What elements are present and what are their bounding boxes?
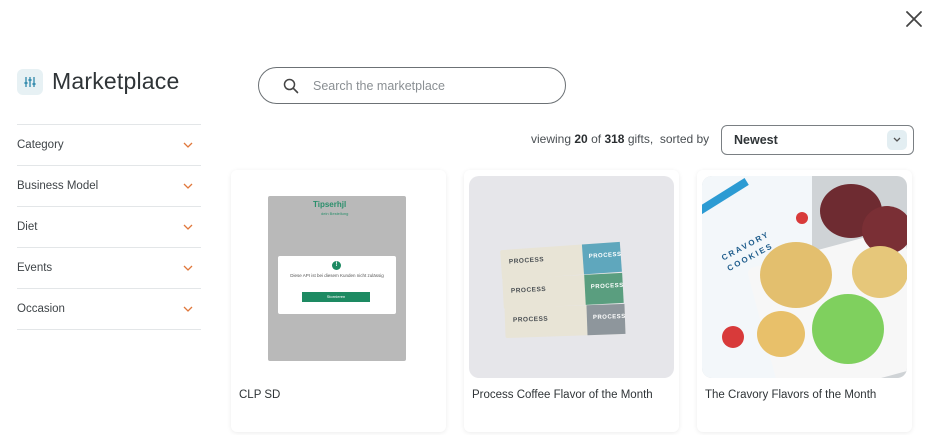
chevron-down-icon <box>183 183 193 189</box>
marketplace-header: Marketplace <box>17 68 179 95</box>
box-side: PROCESS <box>586 303 626 336</box>
cookie <box>757 311 805 357</box>
sort-selected-value: Newest <box>734 133 778 147</box>
decoration <box>722 326 744 348</box>
filter-category[interactable]: Category <box>17 125 201 166</box>
gift-card[interactable]: Tipserhjl dein Bestellung ! Diese API is… <box>231 170 446 432</box>
gift-card[interactable]: PROCESS PROCESS PROCESS PROCESS PROCESS … <box>464 170 679 432</box>
box-label: PROCESS <box>510 285 547 295</box>
close-button[interactable] <box>903 8 925 30</box>
filter-events[interactable]: Events <box>17 248 201 289</box>
gift-image: PROCESS PROCESS PROCESS PROCESS PROCESS … <box>469 176 674 378</box>
box-side: PROCESS <box>584 272 624 305</box>
filter-label: Occasion <box>17 303 65 315</box>
box-side-label: PROCESS <box>588 251 622 261</box>
chevron-down-icon <box>183 265 193 271</box>
box-side-label: PROCESS <box>590 282 624 291</box>
chevron-down-icon <box>183 142 193 148</box>
preview-modal-text: Diese API ist bei diesem Kunden nicht zu… <box>290 273 384 278</box>
gift-card[interactable]: CRAVORY COOKIES The Cravory Flavors of t… <box>697 170 912 432</box>
filter-business-model[interactable]: Business Model <box>17 166 201 207</box>
page-title: Marketplace <box>52 68 180 94</box>
filter-occasion[interactable]: Occasion <box>17 289 201 330</box>
gift-image: Tipserhjl dein Bestellung ! Diese API is… <box>236 176 441 378</box>
gift-title: Process Coffee Flavor of the Month <box>472 389 653 401</box>
search-icon <box>283 78 299 93</box>
gift-title: CLP SD <box>239 389 281 401</box>
decoration <box>796 212 808 224</box>
filter-label: Category <box>17 139 64 151</box>
close-icon <box>906 11 922 27</box>
shown-count: 20 <box>574 132 588 146</box>
summary-suffix: gifts, sorted by <box>627 132 710 146</box>
box-label: PROCESS <box>508 256 545 266</box>
chevron-down-icon <box>887 130 907 150</box>
filter-diet[interactable]: Diet <box>17 207 201 248</box>
coffee-box: PROCESS PROCESS <box>504 303 626 339</box>
preview-modal: ! Diese API ist bei diesem Kunden nicht … <box>278 256 396 314</box>
gift-image: CRAVORY COOKIES <box>702 176 907 378</box>
box-label: PROCESS <box>512 315 549 324</box>
results-summary: viewing 20 of 318 gifts, sorted by <box>531 132 709 146</box>
box-side-label: PROCESS <box>592 313 626 322</box>
cookie <box>812 294 884 364</box>
sort-select[interactable]: Newest <box>721 125 914 155</box>
cookie <box>852 246 907 298</box>
preview-modal-button: Stornieren <box>302 292 370 302</box>
filter-sidebar: Category Business Model Diet Events Occa… <box>17 124 201 330</box>
summary-of: of <box>591 132 602 146</box>
cookie <box>760 242 832 308</box>
alert-icon: ! <box>332 261 341 270</box>
filter-label: Events <box>17 262 53 274</box>
gift-title: The Cravory Flavors of the Month <box>705 389 877 401</box>
summary-prefix: viewing <box>531 132 572 146</box>
search-bar[interactable] <box>258 67 566 104</box>
total-count: 318 <box>604 132 625 146</box>
box-side: PROCESS <box>581 241 622 275</box>
preview-logo-text: Tipserhjl <box>313 200 347 209</box>
screenshot-preview: Tipserhjl dein Bestellung ! Diese API is… <box>268 196 406 361</box>
filter-sliders-icon <box>17 68 43 95</box>
chevron-down-icon <box>183 306 193 312</box>
chevron-down-icon <box>183 224 193 230</box>
filter-label: Diet <box>17 221 38 233</box>
preview-sub-text: dein Bestellung <box>321 211 349 216</box>
filter-label: Business Model <box>17 180 99 192</box>
search-input[interactable] <box>313 78 533 93</box>
